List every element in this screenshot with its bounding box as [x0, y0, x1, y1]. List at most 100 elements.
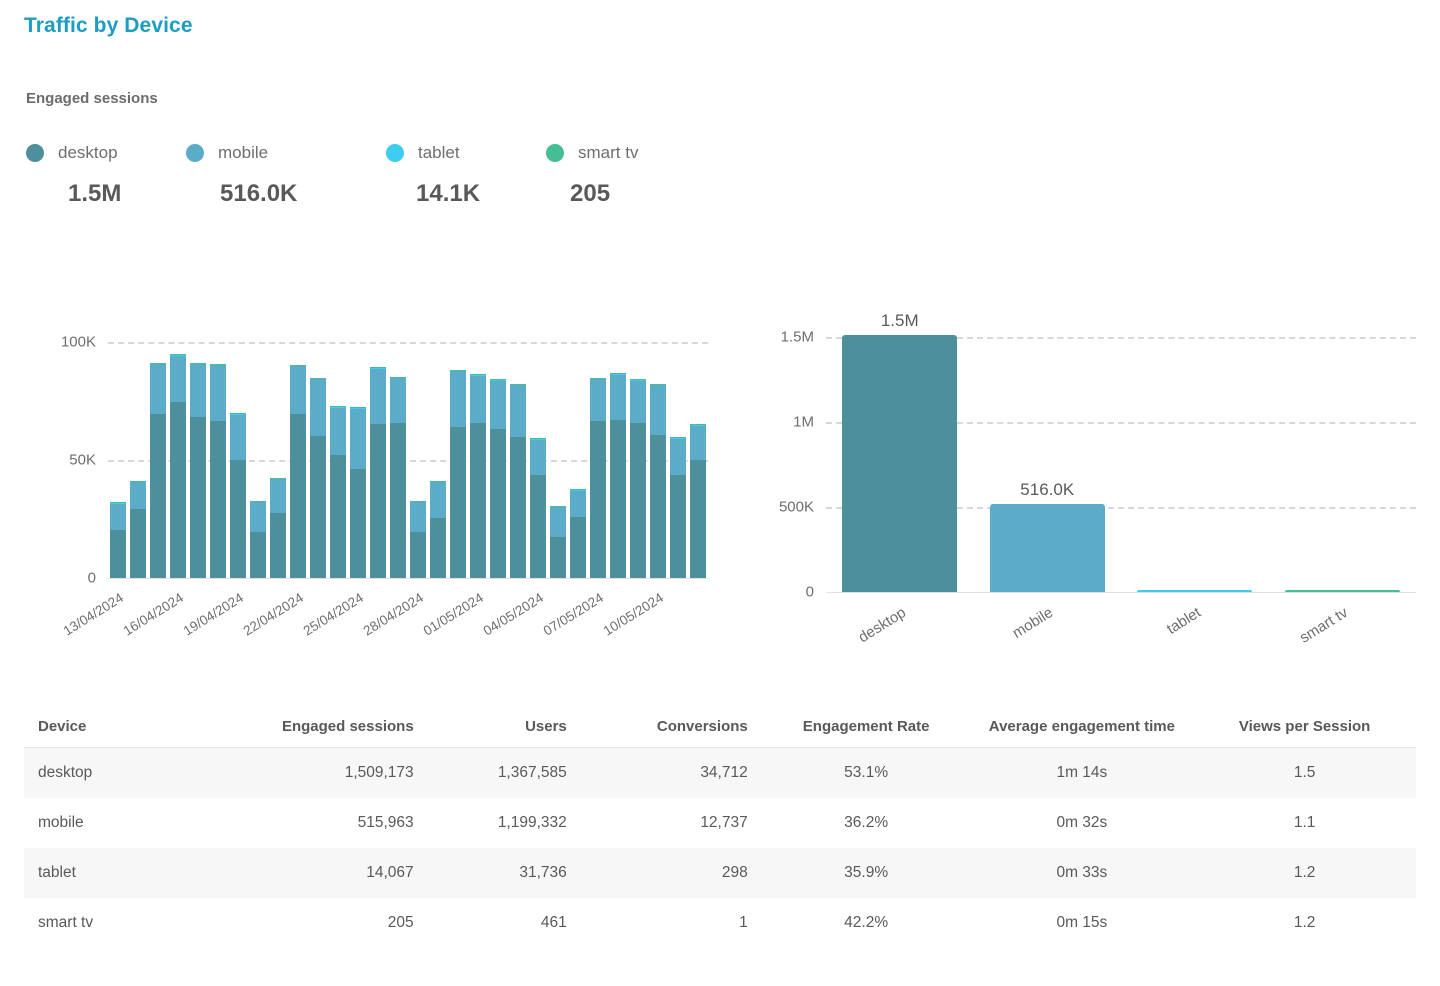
bar-segment-mobile — [630, 380, 646, 424]
bar-segment-mobile — [570, 490, 586, 517]
bar-segment-mobile — [130, 482, 146, 510]
legend-item-tablet[interactable]: tablet 14.1K — [386, 138, 480, 208]
bar-segment-mobile — [290, 366, 306, 414]
table-column-header[interactable]: Views per Session — [1193, 712, 1416, 748]
y-axis-tick-label: 0 — [805, 583, 814, 601]
bar-segment-tablet — [270, 477, 286, 479]
bar-segment-tablet — [610, 373, 626, 375]
stacked-bar[interactable] — [490, 379, 506, 578]
bar-segment-tablet — [570, 489, 586, 491]
stacked-bar[interactable] — [210, 363, 226, 578]
table-cell-conversions: 12,737 — [700, 814, 748, 831]
stacked-bar[interactable] — [530, 438, 546, 578]
table-cell-views-per-session: 1.2 — [1293, 914, 1316, 931]
bar-value-label: 516.0K — [1020, 480, 1075, 500]
stacked-bar[interactable] — [350, 407, 366, 578]
bar-segment-desktop — [290, 413, 306, 578]
metric-label: Engaged sessions — [26, 90, 158, 107]
legend-item-smart-tv[interactable]: smart tv 205 — [546, 138, 638, 208]
table-column-header[interactable]: Engaged sessions — [204, 712, 428, 748]
table-column-header[interactable]: Average engagement time — [970, 712, 1194, 748]
bar-segment-desktop — [450, 426, 466, 578]
bar-segment-desktop — [590, 420, 606, 578]
bar-segment-tablet — [530, 438, 546, 440]
bar-segment-mobile — [430, 482, 446, 518]
bar-segment-tablet — [510, 384, 526, 386]
stacked-bar[interactable] — [410, 501, 426, 578]
gridline — [108, 341, 708, 344]
stacked-bar[interactable] — [510, 383, 526, 578]
stacked-bar[interactable] — [610, 373, 626, 578]
stacked-bar[interactable] — [690, 424, 706, 578]
stacked-bar[interactable] — [270, 477, 286, 578]
stacked-bar[interactable] — [430, 481, 446, 578]
stacked-bar[interactable] — [590, 378, 606, 578]
bar-smart-tv[interactable] — [1284, 589, 1400, 592]
legend-item-desktop[interactable]: desktop 1.5M — [26, 138, 121, 208]
bar-segment-tablet — [630, 379, 646, 381]
legend-item-mobile[interactable]: mobile 516.0K — [186, 138, 297, 208]
table-column-header[interactable]: Conversions — [580, 712, 762, 748]
bar-segment-desktop — [270, 512, 286, 578]
bar-segment-mobile — [510, 385, 526, 438]
stacked-bar[interactable] — [670, 437, 686, 578]
bar-segment-desktop — [130, 509, 146, 578]
stacked-bar[interactable] — [550, 506, 566, 578]
stacked-bar[interactable] — [650, 383, 666, 578]
bar-segment-mobile — [670, 438, 686, 476]
bar-segment-tablet — [310, 378, 326, 380]
device-metrics-table: Device Engaged sessions Users Conversions En… — [24, 712, 1416, 948]
bar-segment-tablet — [190, 362, 206, 365]
stacked-bar[interactable] — [190, 362, 206, 578]
bar-segment-mobile — [310, 379, 326, 437]
bar-segment-tablet — [150, 362, 166, 365]
bar-segment-desktop — [490, 429, 506, 578]
legend-value: 14.1K — [416, 180, 481, 207]
bar-segment-mobile — [210, 365, 226, 421]
bar-segment-tablet — [370, 367, 386, 369]
bar-segment-tablet — [250, 501, 266, 503]
traffic-by-device-panel: Traffic by Device Engaged sessions deskt… — [0, 0, 1440, 986]
stacked-bar[interactable] — [310, 378, 326, 578]
table-column-header[interactable]: Engagement Rate — [761, 712, 971, 748]
table-row[interactable]: tablet 14,067 31,736 298 35.9% 0m 33s 1.2 — [24, 848, 1416, 898]
stacked-bar[interactable] — [450, 369, 466, 578]
engaged-sessions-by-device-chart: 0 500K 1M 1.5M 1.5M desktop 516.0K mobile tablet… — [748, 292, 1428, 672]
bar-desktop[interactable] — [842, 335, 958, 592]
bar-segment-desktop — [210, 420, 226, 578]
stacked-bar[interactable] — [330, 406, 346, 578]
stacked-bar[interactable] — [470, 374, 486, 578]
stacked-bar[interactable] — [130, 480, 146, 578]
table-cell-avg-engagement-time: 0m 33s — [1056, 864, 1108, 881]
stacked-bar[interactable] — [630, 379, 646, 578]
legend-dot-icon — [26, 144, 44, 162]
bar-segment-desktop — [250, 531, 266, 578]
stacked-bar[interactable] — [110, 502, 126, 578]
table-row[interactable]: mobile 515,963 1,199,332 12,737 36.2% 0m 32s 1… — [24, 798, 1416, 848]
stacked-bar[interactable] — [230, 413, 246, 578]
bar-segment-desktop — [470, 423, 486, 578]
table-body: desktop 1,509,173 1,367,585 34,712 53.1% 1m 1… — [24, 747, 1416, 949]
stacked-bar[interactable] — [290, 364, 306, 578]
table-column-header[interactable]: Users — [427, 712, 581, 748]
page-title: Traffic by Device — [24, 14, 193, 37]
stacked-bar[interactable] — [250, 501, 266, 578]
table-cell-engagement-rate: 36.2% — [844, 814, 889, 831]
stacked-bar[interactable] — [370, 367, 386, 578]
table-row[interactable]: desktop 1,509,173 1,367,585 34,712 53.1% 1m 1… — [24, 747, 1416, 798]
bar-segment-tablet — [410, 501, 426, 503]
stacked-bar[interactable] — [150, 362, 166, 578]
bar-value-label: 1.5M — [880, 311, 919, 331]
bar-tablet[interactable] — [1137, 589, 1253, 592]
table-column-header[interactable]: Device — [24, 712, 205, 748]
engaged-sessions-timeseries-chart: 0 50K 100K 13/04/2024 16/04/2024 19/04/2024 22… — [24, 292, 724, 672]
stacked-bar[interactable] — [570, 489, 586, 578]
stacked-bar[interactable] — [170, 353, 186, 578]
bar-segment-mobile — [110, 503, 126, 530]
bar-mobile[interactable] — [989, 504, 1105, 592]
bar-segment-mobile — [650, 385, 666, 435]
bar-segment-tablet — [330, 406, 346, 408]
stacked-bar[interactable] — [390, 376, 406, 578]
x-axis-category-label: mobile — [1009, 604, 1057, 642]
table-row[interactable]: smart tv 205 461 1 42.2% 0m 15s 1.2 — [24, 898, 1416, 948]
